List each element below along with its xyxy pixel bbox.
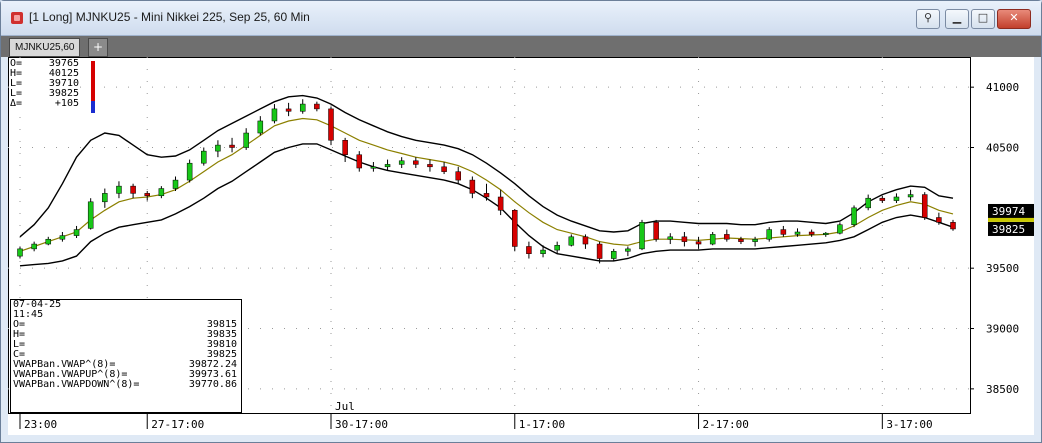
- tab-mjnku25-60[interactable]: MJNKU25,60: [9, 38, 81, 57]
- candle-body: [31, 243, 37, 250]
- candle-body: [936, 217, 942, 223]
- candle-body: [102, 193, 108, 203]
- candle-body: [950, 222, 956, 230]
- candle-body: [681, 236, 688, 242]
- candle-body: [59, 235, 66, 240]
- candle-body: [17, 248, 23, 257]
- candle-body: [568, 236, 575, 246]
- title-bar[interactable]: [1 Long] MJNKU25 - Mini Nikkei 225, Sep …: [1, 1, 1041, 36]
- candle-body: [709, 234, 716, 245]
- candle-body: [87, 201, 94, 229]
- candle-body: [398, 160, 405, 165]
- minimize-button[interactable]: ▁: [945, 9, 969, 29]
- candle-body: [653, 222, 659, 240]
- candle-body: [794, 231, 801, 235]
- candle-body: [314, 103, 320, 110]
- candle-body: [427, 164, 433, 168]
- y-tick-label: 39500: [986, 262, 1019, 275]
- candle-body: [158, 188, 165, 197]
- candle-body: [837, 224, 843, 234]
- candle-body: [667, 236, 674, 240]
- candle-body: [582, 236, 589, 245]
- info-row: VWAPBan.VWAPDOWN^(8)= 39770.86: [13, 379, 237, 390]
- x-tick-label: 3-17:00: [886, 418, 932, 431]
- candle-body: [907, 194, 914, 198]
- candle-body: [45, 238, 52, 245]
- candle-body: [370, 166, 377, 169]
- candle-body: [540, 249, 546, 254]
- candle-body: [243, 132, 249, 148]
- link-icon[interactable]: ⚲: [916, 9, 940, 29]
- candle-body: [780, 229, 787, 235]
- candle-body: [116, 185, 122, 194]
- ohlc-readout: O= 39765 H= 40125 L= 39710 L= 39825 Δ= +105: [10, 59, 79, 109]
- candle-body: [130, 185, 136, 194]
- candle-body: [469, 179, 476, 194]
- candle-body: [186, 162, 193, 181]
- candle-body: [554, 245, 560, 251]
- candle-body: [893, 196, 900, 201]
- candle-body: [73, 229, 80, 236]
- candle-body: [342, 140, 348, 155]
- month-label: Jul: [335, 400, 355, 413]
- add-tab-button[interactable]: +: [88, 38, 108, 57]
- cursor-info-box: 07-04-25 11:45 O= 39815 H= 39835 L= 39810 C…: [10, 299, 242, 413]
- y-tick-label: 41000: [986, 81, 1019, 94]
- candle-body: [483, 193, 490, 198]
- candle-body: [172, 179, 179, 189]
- candle-body: [724, 234, 730, 240]
- x-tick-label: 23:00: [24, 418, 57, 431]
- window-title: [1 Long] MJNKU25 - Mini Nikkei 225, Sep …: [29, 10, 310, 24]
- ohlc-close-marker: [91, 101, 95, 113]
- candle-body: [257, 120, 264, 134]
- candle-body: [144, 193, 150, 197]
- tab-bar: MJNKU25,60 +: [1, 36, 1041, 57]
- candle-body: [610, 251, 617, 259]
- candle-body: [201, 150, 207, 164]
- candle-body: [413, 160, 419, 165]
- x-tick-label: 2-17:00: [703, 418, 749, 431]
- price-marker-label: 39974: [992, 205, 1025, 218]
- vwap-marker: [988, 217, 1034, 222]
- candle-body: [766, 229, 772, 240]
- candle-body: [823, 232, 829, 235]
- candle-body: [356, 154, 363, 169]
- maximize-button[interactable]: □: [971, 9, 995, 29]
- y-tick-label: 39000: [986, 323, 1019, 336]
- candle-body: [921, 194, 928, 218]
- candle-body: [384, 164, 391, 168]
- y-tick-label: 38500: [986, 383, 1019, 396]
- candle-body: [497, 196, 504, 211]
- price-marker-label: 39825: [992, 223, 1025, 236]
- x-tick-label: 30-17:00: [335, 418, 388, 431]
- candle-body: [851, 207, 857, 225]
- candle-body: [526, 246, 532, 254]
- chart-area[interactable]: 41000 40500 39500 39000 38500 23:00 27-17:00 30…: [8, 57, 1034, 435]
- candle-body: [808, 231, 815, 235]
- candle-body: [695, 241, 702, 245]
- candle-body: [625, 248, 631, 252]
- candle-body: [299, 103, 306, 112]
- candle-body: [215, 144, 221, 152]
- candle-body: [441, 166, 447, 172]
- candle-body: [328, 108, 334, 141]
- app-icon: [11, 12, 23, 24]
- candle-body: [229, 144, 235, 148]
- candle-body: [285, 108, 292, 112]
- ohlc-change: Δ= +105: [10, 98, 79, 109]
- candle-body: [879, 197, 886, 201]
- candle-body: [596, 243, 603, 259]
- candle-body: [512, 210, 518, 247]
- candle-body: [738, 238, 744, 242]
- x-tick-label: 1-17:00: [519, 418, 565, 431]
- info-date: 07-04-25: [13, 299, 62, 310]
- candle-body: [639, 222, 645, 250]
- close-button[interactable]: ✕: [997, 9, 1031, 29]
- y-tick-label: 40500: [986, 142, 1019, 155]
- candle-body: [752, 238, 758, 242]
- x-tick-label: 27-17:00: [151, 418, 204, 431]
- candle-body: [455, 171, 461, 181]
- candle-body: [271, 108, 278, 122]
- candle-body: [865, 197, 871, 209]
